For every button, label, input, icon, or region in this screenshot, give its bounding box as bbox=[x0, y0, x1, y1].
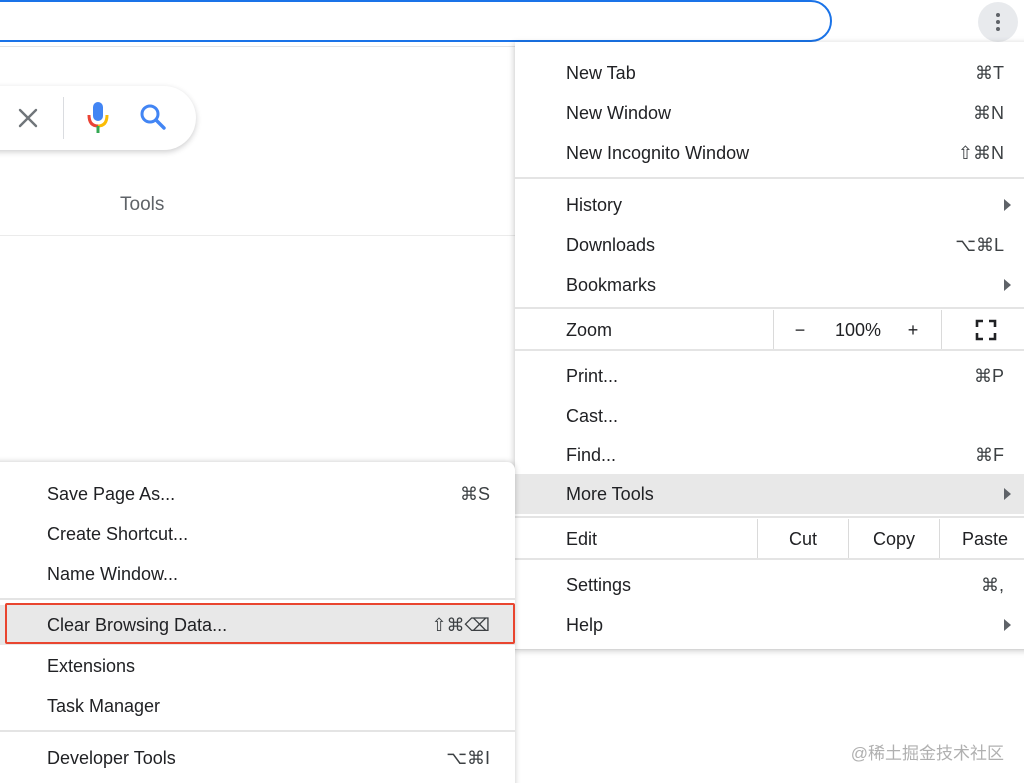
menu-label: New Tab bbox=[566, 62, 636, 83]
menu-item-history[interactable]: History bbox=[515, 185, 1024, 225]
submenu-label: Name Window... bbox=[47, 563, 179, 584]
menu-label: New Incognito Window bbox=[566, 142, 750, 163]
menu-shortcut: ⌘N bbox=[973, 102, 1004, 123]
copy-button[interactable]: Copy bbox=[849, 519, 939, 559]
submenu-shortcut: ⌥⌘I bbox=[446, 747, 490, 768]
menu-separator bbox=[515, 558, 1024, 560]
submenu-label: Extensions bbox=[47, 655, 136, 676]
submenu-item-task-manager[interactable]: Task Manager bbox=[0, 686, 515, 726]
menu-label: Bookmarks bbox=[566, 274, 657, 295]
fullscreen-button[interactable] bbox=[942, 310, 1024, 350]
paste-button[interactable]: Paste bbox=[940, 519, 1024, 559]
menu-label: History bbox=[566, 194, 623, 215]
tools-link[interactable]: Tools bbox=[120, 194, 164, 216]
submenu-shortcut: ⌘S bbox=[459, 483, 490, 504]
menu-label: Print... bbox=[566, 365, 619, 386]
cut-button[interactable]: Cut bbox=[758, 519, 848, 559]
menu-separator bbox=[515, 516, 1024, 518]
submenu-arrow-icon bbox=[1004, 488, 1011, 500]
zoom-in-button[interactable]: + bbox=[893, 310, 933, 350]
zoom-level: 100% bbox=[834, 319, 882, 340]
menu-separator bbox=[515, 349, 1024, 351]
menu-item-downloads[interactable]: Downloads ⌥⌘L bbox=[515, 225, 1024, 265]
menu-item-cast[interactable]: Cast... bbox=[515, 396, 1024, 436]
submenu-item-name-window[interactable]: Name Window... bbox=[0, 554, 515, 594]
submenu-arrow-icon bbox=[1004, 199, 1011, 211]
menu-item-new-tab[interactable]: New Tab ⌘T bbox=[515, 53, 1024, 93]
submenu-item-developer-tools[interactable]: Developer Tools ⌥⌘I bbox=[0, 738, 515, 778]
menu-label: More Tools bbox=[566, 483, 654, 504]
watermark: @稀土掘金技术社区 bbox=[850, 744, 1004, 763]
menu-separator bbox=[515, 307, 1024, 309]
chrome-menu-button[interactable] bbox=[978, 2, 1018, 42]
menu-item-new-window[interactable]: New Window ⌘N bbox=[515, 93, 1024, 133]
menu-label: Downloads bbox=[566, 234, 656, 255]
menu-shortcut: ⌘P bbox=[973, 365, 1004, 386]
address-bar[interactable] bbox=[0, 0, 832, 42]
menu-label: Help bbox=[566, 614, 604, 635]
menu-item-print[interactable]: Print... ⌘P bbox=[515, 356, 1024, 396]
menu-label: Cast... bbox=[566, 405, 619, 426]
menu-item-more-tools[interactable]: More Tools bbox=[515, 474, 1024, 514]
chrome-main-menu: New Tab ⌘T New Window ⌘N New Incognito W… bbox=[515, 42, 1024, 650]
menu-shortcut: ⌥⌘L bbox=[955, 234, 1004, 255]
zoom-divider bbox=[773, 310, 774, 350]
menu-shortcut: ⌘F bbox=[975, 444, 1004, 465]
menu-shortcut: ⌘T bbox=[975, 62, 1004, 83]
menu-label: Find... bbox=[566, 444, 617, 465]
submenu-label: Create Shortcut... bbox=[47, 523, 189, 544]
menu-item-bookmarks[interactable]: Bookmarks bbox=[515, 265, 1024, 305]
fullscreen-icon bbox=[975, 319, 997, 341]
zoom-label: Zoom bbox=[566, 319, 613, 340]
submenu-label: Task Manager bbox=[47, 695, 161, 716]
menu-label: New Window bbox=[566, 102, 672, 123]
menu-shortcut: ⇧⌘N bbox=[957, 142, 1004, 163]
results-divider bbox=[0, 235, 520, 236]
edit-row: Edit Cut Copy Paste bbox=[515, 519, 1024, 559]
search-separator bbox=[63, 97, 64, 139]
submenu-separator bbox=[0, 730, 515, 732]
clear-icon[interactable] bbox=[13, 103, 43, 133]
menu-item-find[interactable]: Find... ⌘F bbox=[515, 435, 1024, 475]
submenu-separator bbox=[0, 598, 515, 600]
submenu-arrow-icon bbox=[1004, 619, 1011, 631]
highlight-annotation bbox=[5, 603, 515, 644]
submenu-label: Save Page As... bbox=[47, 483, 176, 504]
search-icon[interactable] bbox=[138, 102, 168, 132]
submenu-arrow-icon bbox=[1004, 279, 1011, 291]
menu-item-new-incognito-window[interactable]: New Incognito Window ⇧⌘N bbox=[515, 133, 1024, 173]
zoom-row: Zoom − 100% + bbox=[515, 310, 1024, 350]
more-vert-icon bbox=[996, 13, 1000, 31]
microphone-icon[interactable] bbox=[84, 100, 112, 136]
zoom-out-button[interactable]: − bbox=[777, 310, 823, 350]
menu-item-settings[interactable]: Settings ⌘, bbox=[515, 565, 1024, 605]
menu-label: Settings bbox=[566, 574, 632, 595]
submenu-label: Developer Tools bbox=[47, 747, 176, 768]
menu-shortcut: ⌘, bbox=[980, 574, 1004, 595]
submenu-item-extensions[interactable]: Extensions bbox=[0, 646, 515, 686]
submenu-item-save-page-as[interactable]: Save Page As... ⌘S bbox=[0, 474, 515, 514]
menu-item-help[interactable]: Help bbox=[515, 605, 1024, 645]
edit-label: Edit bbox=[566, 528, 598, 549]
menu-separator bbox=[515, 177, 1024, 179]
submenu-item-create-shortcut[interactable]: Create Shortcut... bbox=[0, 514, 515, 554]
